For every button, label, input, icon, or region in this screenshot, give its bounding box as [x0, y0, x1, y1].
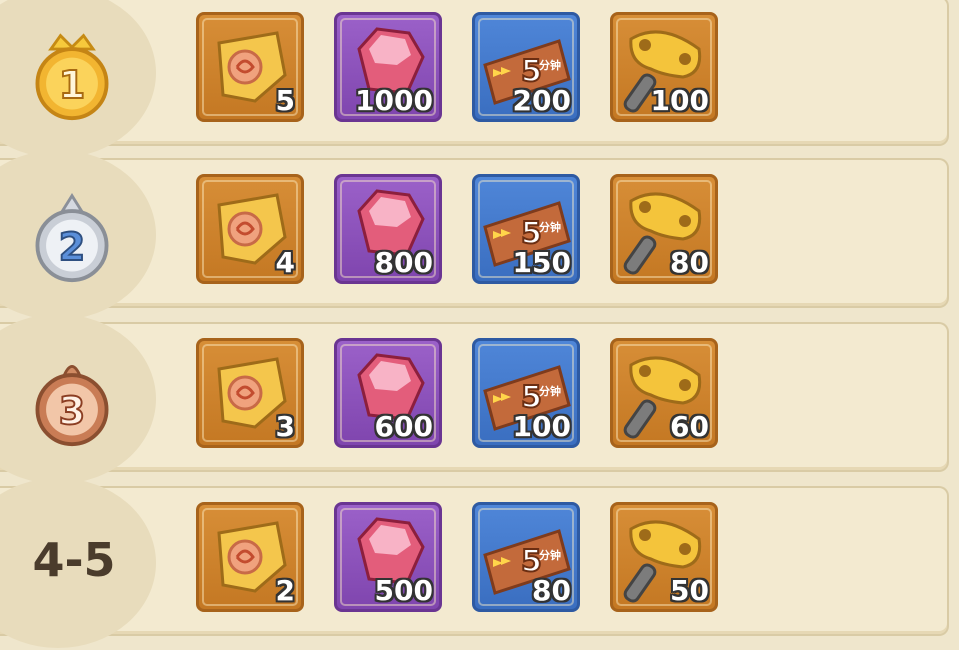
item-quantity: 80 [532, 574, 571, 607]
rank-number: 3 [59, 389, 86, 434]
reward-item-gem[interactable]: 600 [334, 338, 442, 448]
ticket-unit: 分钟 [539, 220, 561, 234]
reward-item-ticket[interactable]: 5 分钟 150 [472, 174, 580, 284]
bronze-medal-icon: 3 [35, 365, 109, 447]
rank-number: 1 [59, 63, 86, 108]
item-quantity: 5 [275, 84, 295, 117]
item-quantity: 4 [275, 246, 295, 279]
item-quantity: 100 [650, 84, 709, 117]
rank-number: 2 [59, 225, 86, 270]
reward-item-gem[interactable]: 500 [334, 502, 442, 612]
reward-row-rank-3: 3 3 600 5 分钟 100 60 [0, 314, 949, 484]
reward-item-key[interactable]: 80 [610, 174, 718, 284]
item-quantity: 150 [512, 246, 571, 279]
ticket-unit: 分钟 [539, 384, 561, 398]
reward-item-scroll[interactable]: 4 [196, 174, 304, 284]
reward-item-scroll[interactable]: 3 [196, 338, 304, 448]
item-quantity: 200 [512, 84, 571, 117]
reward-item-gem[interactable]: 800 [334, 174, 442, 284]
ticket-unit: 分钟 [539, 548, 561, 562]
reward-item-ticket[interactable]: 5 分钟 100 [472, 338, 580, 448]
reward-list: 1 5 1000 5 分钟 200 100 2 4 800 5 分钟 150 8… [0, 0, 959, 650]
item-quantity: 80 [670, 246, 709, 279]
item-quantity: 100 [512, 410, 571, 443]
item-quantity: 50 [670, 574, 709, 607]
item-quantity: 500 [374, 574, 433, 607]
reward-item-key[interactable]: 50 [610, 502, 718, 612]
item-quantity: 60 [670, 410, 709, 443]
reward-item-scroll[interactable]: 5 [196, 12, 304, 122]
item-quantity: 2 [275, 574, 295, 607]
item-quantity: 800 [374, 246, 433, 279]
reward-item-ticket[interactable]: 5 分钟 200 [472, 12, 580, 122]
item-quantity: 600 [374, 410, 433, 443]
item-quantity: 3 [275, 410, 295, 443]
reward-item-scroll[interactable]: 2 [196, 502, 304, 612]
reward-item-key[interactable]: 60 [610, 338, 718, 448]
silver-medal-icon: 2 [35, 192, 109, 283]
item-quantity: 1000 [355, 84, 433, 117]
reward-row-rank-2: 2 4 800 5 分钟 150 80 [0, 150, 949, 320]
reward-item-ticket[interactable]: 5 分钟 80 [472, 502, 580, 612]
reward-item-gem[interactable]: 1000 [334, 12, 442, 122]
reward-row-rank-1: 1 5 1000 5 分钟 200 100 [0, 0, 949, 158]
reward-item-key[interactable]: 100 [610, 12, 718, 122]
ticket-unit: 分钟 [539, 58, 561, 72]
gold-medal-icon: 1 [35, 33, 109, 121]
reward-row-rank-4-5: 4-5 2 500 5 分钟 80 50 [0, 478, 949, 648]
rank-range-label: 4-5 [32, 533, 116, 587]
